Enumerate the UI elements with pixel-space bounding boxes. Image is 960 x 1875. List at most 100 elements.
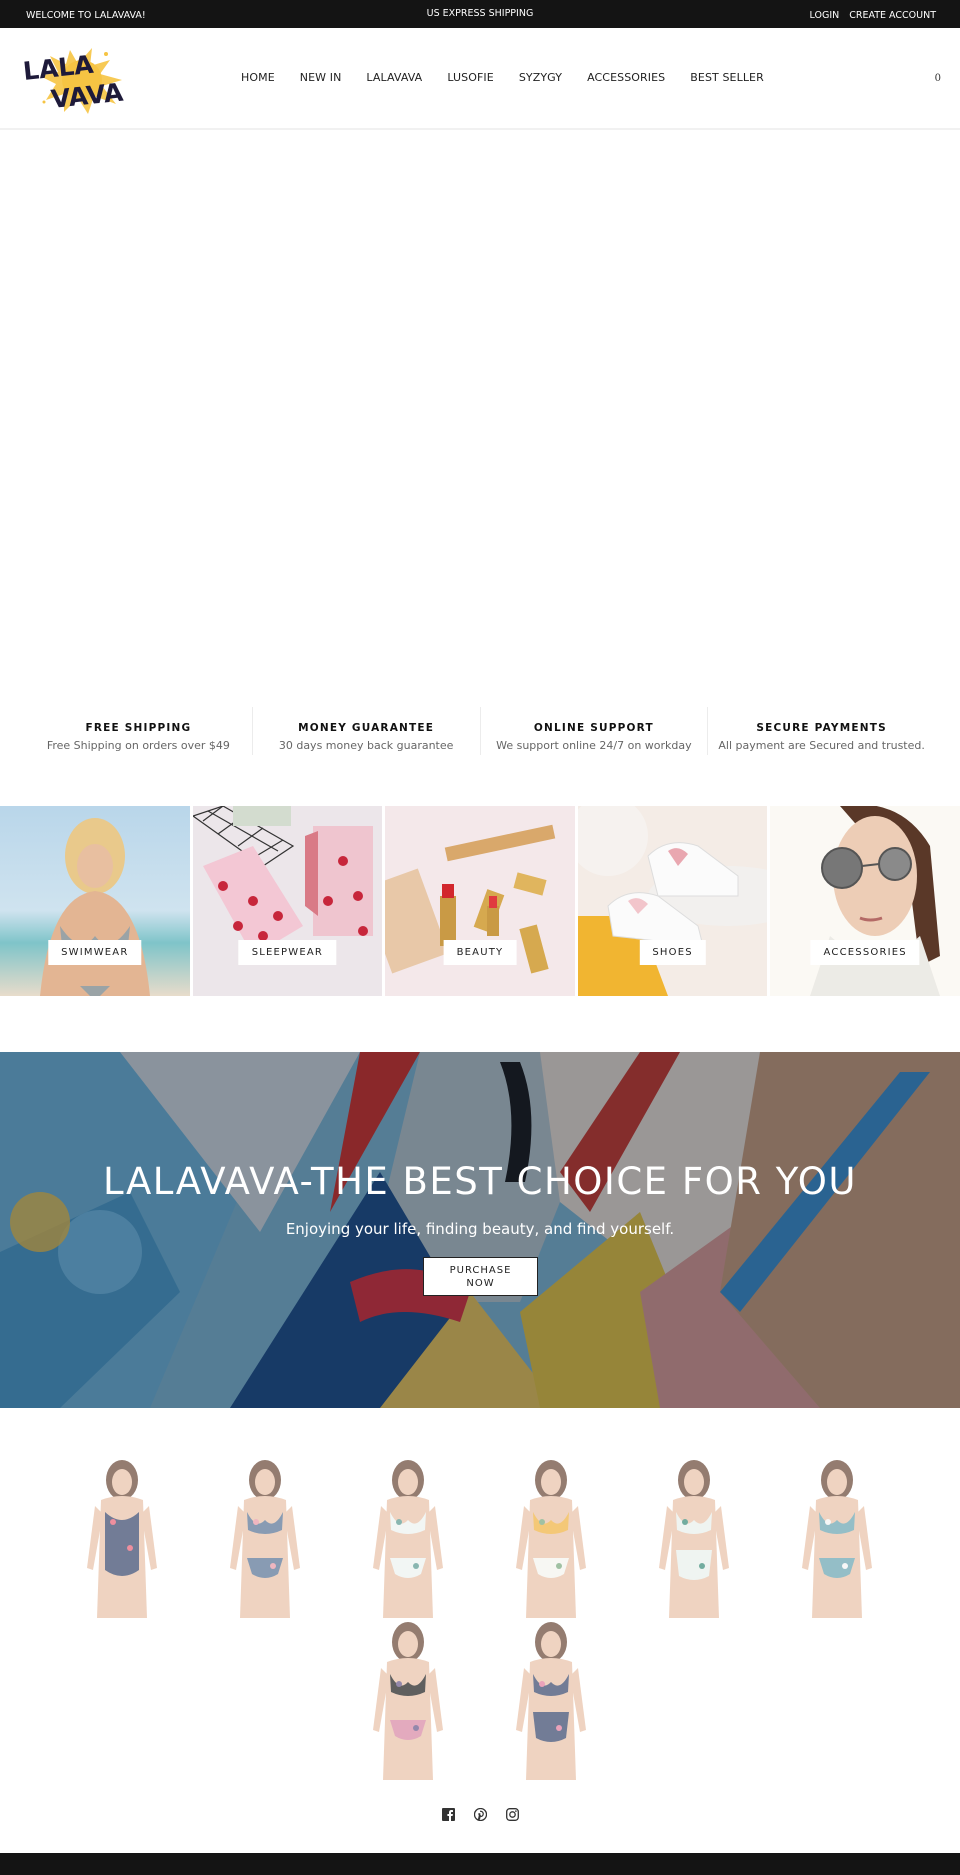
product-row [50, 1620, 910, 1780]
product-figure-part [127, 1545, 133, 1551]
service-desc: Free Shipping on orders over $49 [46, 739, 230, 752]
product-figure-part [255, 1469, 275, 1495]
product-card[interactable] [480, 1458, 623, 1618]
product-card[interactable] [51, 1458, 194, 1618]
nav-home[interactable]: HOME [241, 71, 275, 84]
category-label: SHOES [639, 940, 706, 965]
product-figure-part [398, 1469, 418, 1495]
pinterest-icon[interactable] [473, 1808, 487, 1821]
product-image [802, 1460, 872, 1618]
product-image [373, 1460, 443, 1618]
category-label: SLEEPWEAR [238, 940, 337, 965]
category-label: ACCESSORIES [810, 940, 920, 965]
category-swimwear[interactable]: SWIMWEAR [0, 806, 190, 996]
product-figure-part [699, 1563, 705, 1569]
category-sleepwear[interactable]: SLEEPWEAR [192, 806, 383, 996]
product-figure-part [682, 1519, 688, 1525]
cta-line1: PURCHASE [449, 1265, 512, 1276]
service-desc: 30 days money back guarantee [278, 739, 454, 752]
banner-headline: LALAVAVA-THE BEST CHOICE FOR YOU [103, 1160, 857, 1203]
services-strip: FREE SHIPPING Free Shipping on orders ov… [0, 707, 960, 755]
product-card[interactable] [480, 1620, 623, 1780]
product-figure-part [398, 1631, 418, 1657]
product-figure-part [825, 1519, 831, 1525]
product-figure-part [413, 1725, 419, 1731]
product-figure-part [112, 1469, 132, 1495]
product-figure-part [556, 1563, 562, 1569]
product-image [373, 1622, 443, 1780]
account-links: LOGIN CREATE ACCOUNT [810, 10, 936, 21]
product-figure-part [676, 1550, 712, 1580]
product-image [659, 1460, 729, 1618]
service-title: SECURE PAYMENTS [756, 722, 887, 734]
service-free-shipping: FREE SHIPPING Free Shipping on orders ov… [25, 707, 253, 755]
nav-accessories[interactable]: ACCESSORIES [587, 71, 665, 84]
logo-text-line2: VAVA [50, 78, 126, 114]
category-label: SWIMWEAR [48, 940, 142, 965]
nav-syzygy[interactable]: SYZYGY [519, 71, 562, 84]
product-grid [50, 1458, 910, 1780]
create-account-link[interactable]: CREATE ACCOUNT [849, 10, 936, 21]
nav-lusofie[interactable]: LUSOFIE [447, 71, 494, 84]
category-accessories[interactable]: ACCESSORIES [770, 806, 960, 996]
product-figure-part [253, 1519, 259, 1525]
sleepwear-image [192, 806, 373, 956]
site-footer [0, 1853, 960, 1875]
shoes-image [577, 806, 768, 996]
product-image [230, 1460, 300, 1618]
facebook-icon[interactable] [441, 1808, 455, 1821]
product-figure-part [270, 1563, 276, 1569]
service-title: MONEY GUARANTEE [298, 722, 435, 734]
nav-best-seller[interactable]: BEST SELLER [690, 71, 764, 84]
product-figure-part [413, 1563, 419, 1569]
product-card[interactable] [337, 1458, 480, 1618]
product-row [50, 1458, 910, 1618]
purchase-now-button[interactable]: PURCHASE NOW [423, 1257, 538, 1296]
hero-slideshow [0, 132, 960, 692]
product-image [87, 1460, 157, 1618]
beauty-image [385, 824, 556, 974]
product-card[interactable] [623, 1458, 766, 1618]
banner-subheadline: Enjoying your life, finding beauty, and … [285, 1220, 675, 1238]
product-figure-part [842, 1563, 848, 1569]
product-figure-part [539, 1519, 545, 1525]
product-figure-part [684, 1469, 704, 1495]
social-links [0, 1808, 960, 1821]
category-label: BEAUTY [443, 940, 517, 965]
product-figure-part [396, 1519, 402, 1525]
nav-new-in[interactable]: NEW IN [300, 71, 342, 84]
login-link[interactable]: LOGIN [810, 10, 840, 21]
product-figure-part [541, 1469, 561, 1495]
service-title: ONLINE SUPPORT [533, 722, 654, 734]
promo-banner: LALAVAVA-THE BEST CHOICE FOR YOU Enjoyin… [0, 1052, 960, 1408]
category-shoes[interactable]: SHOES [577, 806, 768, 996]
product-card[interactable] [766, 1458, 909, 1618]
site-header: LALA VAVA HOME NEW IN LALAVAVA LUSOFIE S… [0, 28, 960, 130]
logo[interactable]: LALA VAVA [22, 42, 134, 116]
product-image [516, 1622, 586, 1780]
product-figure-part [396, 1681, 402, 1687]
service-desc: We support online 24/7 on workday [496, 739, 692, 752]
product-card[interactable] [194, 1458, 337, 1618]
category-tiles: SWIMWEAR SLEEPWEAR BEAUTY SHOES ACCESSOR… [0, 806, 960, 996]
service-money-guarantee: MONEY GUARANTEE 30 days money back guara… [253, 707, 481, 755]
top-announcement-bar: WELCOME TO LALAVAVA! US EXPRESS SHIPPING… [0, 0, 960, 28]
cart-count[interactable]: 0 [935, 73, 941, 84]
service-desc: All payment are Secured and trusted. [718, 739, 925, 752]
main-nav: HOME NEW IN LALAVAVA LUSOFIE SYZYGY ACCE… [241, 71, 789, 84]
product-figure-part [533, 1712, 569, 1742]
product-image [516, 1460, 586, 1618]
instagram-icon[interactable] [505, 1808, 519, 1821]
service-title: FREE SHIPPING [85, 722, 192, 734]
nav-lalavava[interactable]: LALAVAVA [366, 71, 422, 84]
product-card[interactable] [337, 1620, 480, 1780]
product-figure-part [541, 1631, 561, 1657]
service-secure-payments: SECURE PAYMENTS All payment are Secured … [708, 707, 935, 755]
category-beauty[interactable]: BEAUTY [385, 806, 575, 996]
accessories-image [810, 806, 941, 996]
product-figure-part [539, 1681, 545, 1687]
product-figure-part [556, 1725, 562, 1731]
cta-line2: NOW [466, 1278, 495, 1289]
service-online-support: ONLINE SUPPORT We support online 24/7 on… [481, 707, 709, 755]
product-figure-part [827, 1469, 847, 1495]
